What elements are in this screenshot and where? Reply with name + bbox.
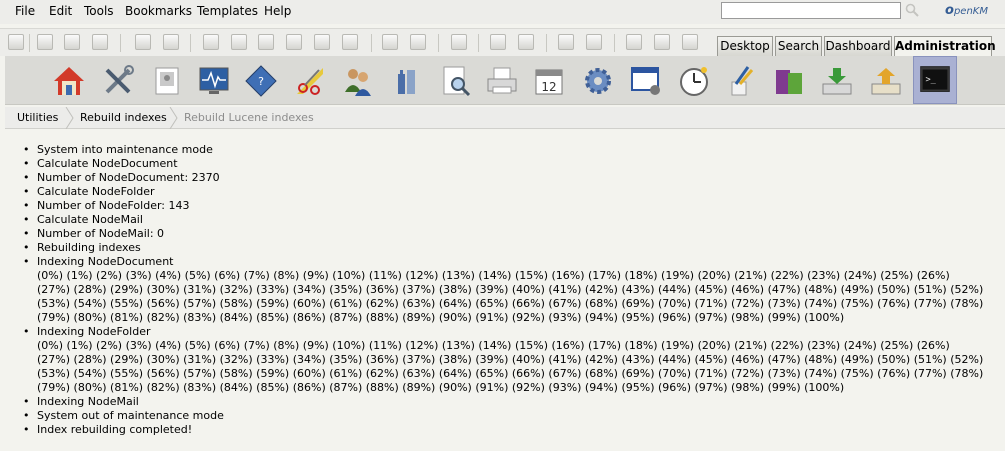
logo-prefix: o	[945, 3, 954, 18]
window-icon[interactable]	[629, 64, 663, 98]
tb-workflow-icon[interactable]	[451, 34, 467, 50]
tb-cancel-icon[interactable]	[342, 34, 358, 50]
progress-line: (0%) (1%) (2%) (3%) (4%) (5%) (6%) (7%) …	[37, 269, 950, 282]
list-item: Indexing NodeMail	[23, 395, 997, 409]
search-icon[interactable]	[905, 3, 919, 17]
tab-desktop[interactable]: Desktop	[717, 36, 773, 56]
gear-icon[interactable]	[581, 64, 615, 98]
toolbar: Desktop Search Dashboard Administration	[0, 28, 1005, 57]
tb-home-icon[interactable]	[586, 34, 602, 50]
breadcrumb: Utilities Rebuild indexes Rebuild Lucene…	[5, 107, 1005, 129]
calendar-icon[interactable]: 12	[532, 64, 566, 98]
tb-uploader-icon[interactable]	[654, 34, 670, 50]
menu-templates[interactable]: Templates	[197, 4, 258, 18]
tb-doc-icon[interactable]	[37, 34, 53, 50]
tab-administration[interactable]: Administration	[894, 36, 996, 57]
list-item: System into maintenance mode	[23, 143, 997, 157]
book-icon[interactable]	[772, 64, 806, 98]
toolbar-separator	[438, 34, 439, 52]
calendar-day: 12	[541, 80, 556, 94]
search-input[interactable]	[721, 2, 901, 19]
toolbar-separator	[614, 34, 615, 52]
progress-line: (27%) (28%) (29%) (30%) (31%) (32%) (33%…	[37, 283, 984, 296]
tb-new-folder-icon[interactable]	[203, 34, 219, 50]
list-item: Number of NodeFolder: 143	[23, 199, 997, 213]
breadcrumb-separator-icon	[169, 107, 178, 129]
users-icon[interactable]	[341, 64, 375, 98]
list-item: Calculate NodeDocument	[23, 157, 997, 171]
monitor-icon[interactable]	[197, 64, 231, 98]
menu-file[interactable]: File	[15, 4, 35, 18]
tb-refresh-icon[interactable]	[558, 34, 574, 50]
magnify-doc-icon[interactable]	[439, 64, 473, 98]
toolbar-separator	[29, 34, 30, 52]
breadcrumb-utilities[interactable]: Utilities	[17, 111, 58, 124]
list-item: Calculate NodeFolder	[23, 185, 997, 199]
list-item: Indexing NodeFolder	[23, 325, 997, 339]
menu-bar: File Edit Tools Bookmarks Templates Help…	[0, 0, 1005, 24]
breadcrumb-rebuild-lucene: Rebuild Lucene indexes	[184, 111, 314, 124]
list-item: Indexing NodeDocument	[23, 255, 997, 269]
scissors-icon[interactable]	[293, 64, 327, 98]
printer-icon[interactable]	[485, 64, 519, 98]
list-item: Number of NodeMail: 0	[23, 227, 997, 241]
bottles-icon[interactable]	[390, 64, 424, 98]
tb-scanner-icon[interactable]	[626, 34, 642, 50]
clock-icon[interactable]	[677, 64, 711, 98]
tb-unlock-icon[interactable]	[163, 34, 179, 50]
breadcrumb-separator-icon	[65, 107, 74, 129]
breadcrumb-rebuild-indexes[interactable]: Rebuild indexes	[80, 111, 167, 124]
menu-help[interactable]: Help	[264, 4, 291, 18]
progress-line: (53%) (54%) (55%) (56%) (57%) (58%) (59%…	[37, 297, 984, 310]
progress-line: (53%) (54%) (55%) (56%) (57%) (58%) (59%…	[37, 367, 984, 380]
tab-dashboard[interactable]: Dashboard	[824, 36, 892, 56]
svg-text:>_: >_	[925, 75, 936, 85]
tab-search[interactable]: Search	[775, 36, 822, 56]
rebuild-log: System into maintenance mode Calculate N…	[23, 143, 997, 437]
terminal-icon[interactable]: >_	[913, 56, 957, 104]
tb-unsubscribe-icon[interactable]	[410, 34, 426, 50]
upload-icon[interactable]	[869, 64, 903, 98]
tb-lock-icon[interactable]	[135, 34, 151, 50]
menu-tools[interactable]: Tools	[84, 4, 114, 18]
tb-edit-icon[interactable]	[286, 34, 302, 50]
diamond-icon[interactable]: ?	[244, 64, 278, 98]
toolbar-separator	[371, 34, 372, 52]
logo: openKM	[945, 3, 988, 18]
tb-checkout-icon[interactable]	[314, 34, 330, 50]
toolbar-separator	[190, 34, 191, 52]
tb-new-image-icon[interactable]	[258, 34, 274, 50]
toolbar-separator	[120, 34, 121, 52]
logo-main: penKM	[953, 6, 988, 17]
tb-add-property-icon[interactable]	[490, 34, 506, 50]
tb-new-doc-icon[interactable]	[231, 34, 247, 50]
tb-remove-property-icon[interactable]	[518, 34, 534, 50]
tb-print-icon[interactable]	[92, 34, 108, 50]
menu-bookmarks[interactable]: Bookmarks	[125, 4, 192, 18]
home-icon[interactable]	[52, 64, 86, 98]
brush-icon[interactable]	[724, 64, 758, 98]
tb-calendar-icon[interactable]	[8, 34, 24, 50]
svg-text:?: ?	[258, 75, 264, 88]
list-item: System out of maintenance mode	[23, 409, 997, 423]
tb-pdf-icon[interactable]	[64, 34, 80, 50]
progress-line: (79%) (80%) (81%) (82%) (83%) (84%) (85%…	[37, 311, 845, 324]
content-panel: System into maintenance mode Calculate N…	[5, 130, 1005, 451]
admin-icon-bar: ? 12 >_	[5, 56, 1005, 105]
menu-edit[interactable]: Edit	[49, 4, 72, 18]
progress-line: (79%) (80%) (81%) (82%) (83%) (84%) (85%…	[37, 381, 845, 394]
tb-subscribe-icon[interactable]	[382, 34, 398, 50]
progress-line: (0%) (1%) (2%) (3%) (4%) (5%) (6%) (7%) …	[37, 339, 950, 352]
list-item: Number of NodeDocument: 2370	[23, 171, 997, 185]
toolbar-separator	[546, 34, 547, 52]
download-icon[interactable]	[820, 64, 854, 98]
list-item: Calculate NodeMail	[23, 213, 997, 227]
toolbar-separator	[478, 34, 479, 52]
list-item: Index rebuilding completed!	[23, 423, 997, 437]
image-icon[interactable]	[150, 64, 184, 98]
list-item: Rebuilding indexes	[23, 241, 997, 255]
tb-splitter-icon[interactable]	[682, 34, 698, 50]
progress-line: (27%) (28%) (29%) (30%) (31%) (32%) (33%…	[37, 353, 984, 366]
tools-icon[interactable]	[101, 64, 135, 98]
